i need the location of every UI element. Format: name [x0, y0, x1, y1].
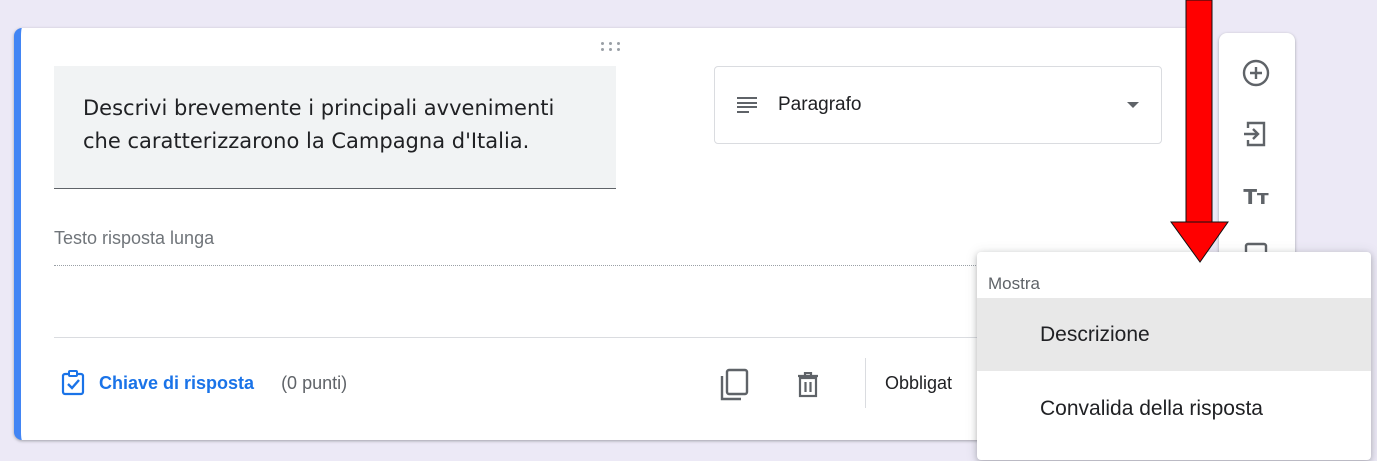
trash-icon — [798, 372, 818, 398]
answer-key-button[interactable]: Chiave di risposta (0 punti) — [61, 370, 347, 396]
checklist-clipboard-icon — [61, 370, 85, 396]
paragraph-lines-icon — [737, 97, 757, 113]
drag-handle-icon[interactable] — [601, 42, 625, 52]
side-toolbar: Tт — [1219, 33, 1295, 263]
delete-button[interactable] — [793, 369, 823, 401]
add-title-button[interactable]: Tт — [1239, 180, 1273, 214]
footer-vertical-divider — [865, 358, 866, 408]
required-toggle-label[interactable]: Obbligat — [885, 373, 952, 394]
add-question-button[interactable] — [1239, 56, 1273, 90]
menu-item-response-validation[interactable]: Convalida della risposta — [977, 372, 1371, 445]
add-circle-icon — [1242, 59, 1270, 87]
copy-icon — [720, 368, 749, 401]
points-label: (0 punti) — [281, 372, 348, 393]
answer-key-label: Chiave di risposta — [99, 372, 255, 393]
show-options-menu: Mostra Descrizione Convalida della rispo… — [977, 252, 1371, 460]
question-title-field[interactable]: Descrivi brevemente i principali avvenim… — [54, 66, 616, 189]
import-question-icon — [1244, 121, 1266, 147]
question-text-line1: Descrivi brevemente i principali avvenim… — [83, 96, 555, 120]
question-text-line2: che caratterizzarono la Campagna d'Itali… — [83, 129, 530, 153]
menu-header: Mostra — [988, 274, 1040, 293]
menu-item-description[interactable]: Descrizione — [977, 298, 1371, 371]
annotation-arrow — [1170, 0, 1229, 263]
duplicate-button[interactable] — [717, 365, 751, 405]
question-type-label: Paragrafo — [778, 94, 862, 115]
question-type-select[interactable]: Paragrafo — [714, 66, 1162, 144]
chevron-down-icon — [1127, 102, 1139, 108]
import-questions-button[interactable] — [1239, 117, 1273, 151]
